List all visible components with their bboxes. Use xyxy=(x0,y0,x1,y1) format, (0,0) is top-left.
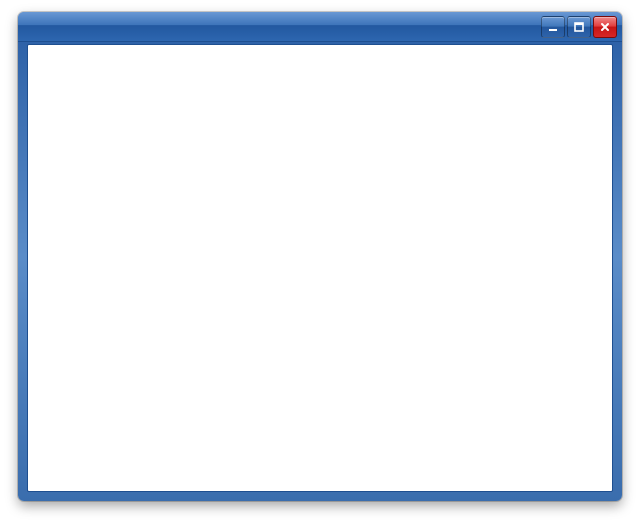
close-icon xyxy=(599,21,611,33)
client-area xyxy=(27,44,613,492)
maximize-icon xyxy=(573,21,585,33)
minimize-icon xyxy=(547,21,559,33)
titlebar[interactable] xyxy=(18,12,622,42)
maximize-button[interactable] xyxy=(567,16,591,38)
application-window xyxy=(18,12,622,501)
close-button[interactable] xyxy=(593,16,617,38)
minimize-button[interactable] xyxy=(541,16,565,38)
